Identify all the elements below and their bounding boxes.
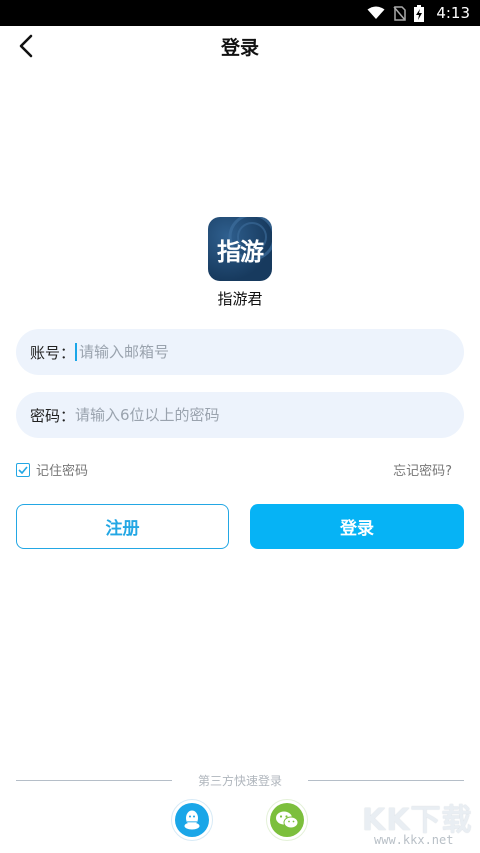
third-party-divider: 第三方快速登录 <box>16 772 464 788</box>
status-bar: 4:13 <box>0 0 480 26</box>
account-label: 账号： <box>30 343 76 362</box>
third-party-label: 第三方快速登录 <box>197 773 282 788</box>
battery-charging-icon <box>414 4 425 22</box>
wechat-icon <box>270 803 304 837</box>
watermark-domain: www.kkx.net <box>374 833 454 847</box>
account-input[interactable] <box>79 329 464 375</box>
password-label: 密码： <box>30 406 76 425</box>
qq-login-button[interactable] <box>171 799 213 841</box>
divider-line-right <box>307 779 464 781</box>
qq-icon <box>175 803 209 837</box>
wifi-icon <box>367 6 385 20</box>
login-button[interactable]: 登录 <box>250 504 464 549</box>
watermark: KK下载 www.kkx.net <box>362 795 474 851</box>
remember-checkbox[interactable] <box>16 462 30 477</box>
register-button[interactable]: 注册 <box>16 504 229 549</box>
app-name: 指游君 <box>217 290 263 308</box>
status-time: 4:13 <box>436 4 470 22</box>
password-input[interactable] <box>75 392 464 438</box>
page-title: 登录 <box>220 36 259 59</box>
remember-password-toggle[interactable]: 记住密码 <box>16 460 88 479</box>
password-field[interactable]: 密码： <box>16 392 464 438</box>
divider-line-left <box>16 779 172 781</box>
text-caret <box>75 343 78 361</box>
account-field[interactable]: 账号： <box>16 329 464 375</box>
chevron-left-icon <box>19 34 33 58</box>
forgot-password-link[interactable]: 忘记密码? <box>393 460 452 479</box>
remember-label: 记住密码 <box>36 464 89 479</box>
wechat-login-button[interactable] <box>266 799 308 841</box>
check-icon <box>18 465 28 474</box>
back-button[interactable] <box>10 30 42 62</box>
no-sim-icon <box>393 5 407 21</box>
nav-bar: 登录 <box>0 26 480 66</box>
app-logo-text: 指游 <box>217 237 264 266</box>
app-logo: 指游 <box>208 217 272 281</box>
